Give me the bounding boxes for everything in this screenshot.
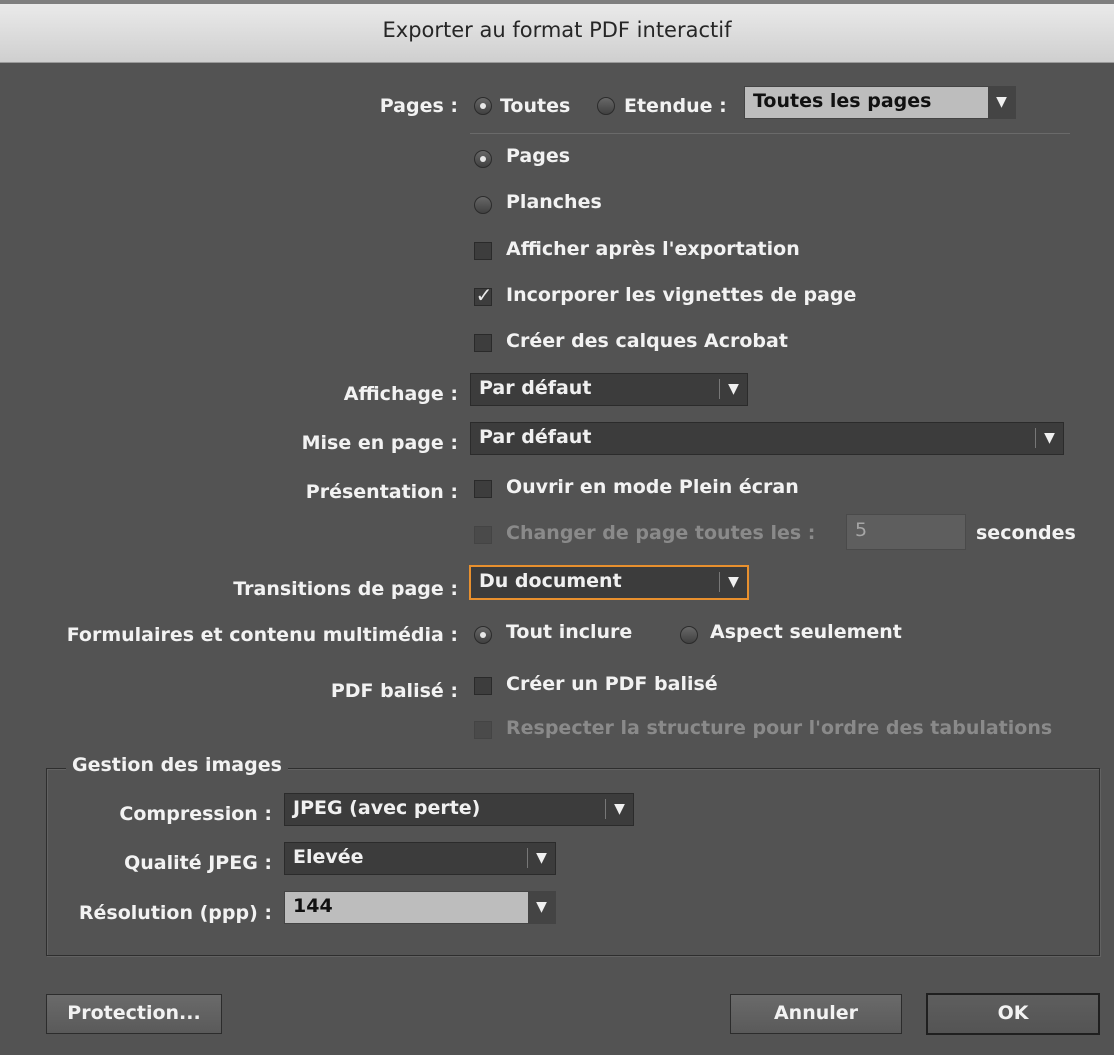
transitions-value: Du document — [479, 570, 622, 592]
pages-separator — [470, 133, 1070, 134]
seconds-input[interactable]: 5 — [846, 514, 966, 550]
presentation-label: Présentation : — [305, 481, 458, 503]
protection-button[interactable]: Protection... — [46, 994, 222, 1034]
resolution-label: Résolution (ppp) : — [78, 902, 272, 924]
display-label: Affichage : — [343, 383, 458, 405]
images-legend: Gestion des images — [66, 754, 288, 776]
view-after-checkbox[interactable] — [474, 242, 492, 260]
acrobat-layers-label[interactable]: Créer des calques Acrobat — [506, 330, 788, 352]
check-icon: ✓ — [475, 283, 493, 307]
chevron-down-icon: ▼ — [536, 850, 547, 866]
fullscreen-checkbox[interactable] — [474, 480, 492, 498]
quality-dropdown[interactable]: Elevée ▼ — [284, 842, 556, 875]
title-bar-edge — [0, 0, 1114, 4]
fullscreen-label[interactable]: Ouvrir en mode Plein écran — [506, 476, 799, 498]
embed-thumbs-checkbox[interactable]: ✓ — [474, 283, 493, 307]
chevron-down-icon: ▼ — [1044, 430, 1055, 446]
acrobat-layers-checkbox[interactable] — [474, 334, 492, 352]
tagged-pdf-label[interactable]: Créer un PDF balisé — [506, 673, 718, 695]
forms-include-all-label[interactable]: Tout inclure — [506, 621, 632, 643]
flip-every-label: Changer de page toutes les : — [506, 522, 816, 544]
pages-all-label[interactable]: Toutes — [500, 95, 570, 117]
resolution-combobox[interactable]: 144 ▼ — [284, 891, 556, 924]
resolution-value: 144 — [293, 895, 333, 917]
chevron-down-icon: ▼ — [728, 574, 739, 590]
seconds-value: 5 — [855, 519, 868, 541]
seconds-label: secondes — [976, 522, 1076, 544]
transitions-label: Transitions de page : — [233, 578, 458, 600]
forms-appearance-label[interactable]: Aspect seulement — [710, 621, 902, 643]
pages-label: Pages : — [379, 95, 458, 117]
chevron-down-icon: ▼ — [528, 892, 555, 923]
layout-value: Par défaut — [479, 426, 592, 448]
transitions-dropdown[interactable]: Du document ▼ — [470, 566, 748, 599]
pages-all-radio[interactable] — [474, 97, 492, 115]
tagged-label: PDF balisé : — [330, 680, 458, 702]
pages-range-label[interactable]: Etendue : — [624, 95, 727, 117]
export-pdf-dialog: Exporter au format PDF interactif Pages … — [0, 0, 1114, 1055]
cancel-button[interactable]: Annuler — [730, 994, 902, 1034]
pages-range-value: Toutes les pages — [753, 90, 932, 112]
tab-order-checkbox[interactable] — [474, 721, 492, 739]
tab-order-label: Respecter la structure pour l'ordre des … — [506, 717, 1053, 739]
pages-mode-radio[interactable] — [474, 150, 492, 168]
forms-appearance-radio[interactable] — [680, 626, 698, 644]
tagged-pdf-checkbox[interactable] — [474, 677, 492, 695]
view-after-label[interactable]: Afficher après l'exportation — [506, 238, 800, 260]
pages-range-dropdown[interactable]: Toutes les pages ▼ — [744, 86, 1016, 119]
display-dropdown[interactable]: Par défaut ▼ — [470, 373, 748, 406]
spreads-mode-radio[interactable] — [474, 196, 492, 214]
forms-label: Formulaires et contenu multimédia : — [66, 624, 458, 646]
spreads-mode-label[interactable]: Planches — [506, 191, 602, 213]
layout-label: Mise en page : — [301, 432, 458, 454]
pages-mode-label[interactable]: Pages — [506, 145, 570, 167]
compression-value: JPEG (avec perte) — [293, 797, 481, 819]
quality-value: Elevée — [293, 846, 364, 868]
dialog-title: Exporter au format PDF interactif — [382, 18, 732, 42]
embed-thumbs-label[interactable]: Incorporer les vignettes de page — [506, 284, 856, 306]
quality-label: Qualité JPEG : — [124, 852, 272, 874]
chevron-down-icon: ▼ — [988, 87, 1015, 118]
pages-range-radio[interactable] — [597, 97, 615, 115]
compression-dropdown[interactable]: JPEG (avec perte) ▼ — [284, 793, 634, 826]
forms-include-all-radio[interactable] — [474, 626, 492, 644]
compression-label: Compression : — [119, 803, 272, 825]
display-value: Par défaut — [479, 377, 592, 399]
flip-every-checkbox[interactable] — [474, 526, 492, 544]
title-bar: Exporter au format PDF interactif — [0, 0, 1114, 63]
chevron-down-icon: ▼ — [728, 381, 739, 397]
layout-dropdown[interactable]: Par défaut ▼ — [470, 422, 1064, 455]
chevron-down-icon: ▼ — [614, 801, 625, 817]
ok-button[interactable]: OK — [926, 993, 1100, 1035]
